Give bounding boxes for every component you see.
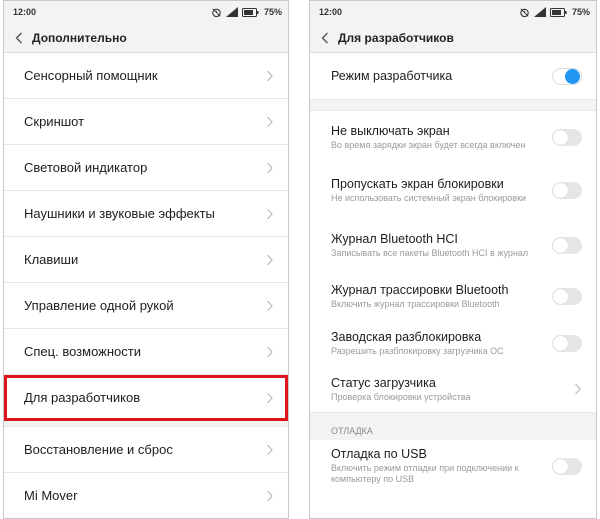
settings-item-label: Световой индикатор xyxy=(24,160,148,175)
chevron-right-icon xyxy=(267,70,273,81)
page-title: Дополнительно xyxy=(32,30,127,45)
oem-unlock-row[interactable]: Заводская разблокировка Разрешить разбло… xyxy=(310,320,596,366)
app-header: Дополнительно xyxy=(4,23,288,53)
chevron-right-icon xyxy=(267,490,273,501)
chevron-right-icon xyxy=(267,392,273,403)
left-screen: 12:00 75% Дополнительно Сенсорный помощн… xyxy=(3,0,289,519)
toggle-knob xyxy=(553,289,568,304)
toggle-knob xyxy=(553,129,568,145)
alarm-icon xyxy=(519,7,530,18)
section-divider xyxy=(310,99,596,111)
settings-item-label: Восстановление и сброс xyxy=(24,442,173,457)
settings-list: Сенсорный помощник Скриншот Световой инд… xyxy=(4,53,288,518)
settings-item-label: Mi Mover xyxy=(24,488,78,503)
settings-item-led-indicator[interactable]: Световой индикатор xyxy=(4,145,288,191)
developer-mode-toggle[interactable] xyxy=(552,67,582,85)
developer-mode-label: Режим разработчика xyxy=(331,69,453,83)
toggle-knob xyxy=(553,458,568,474)
settings-item-one-handed[interactable]: Управление одной рукой xyxy=(4,283,288,329)
settings-item-accessibility[interactable]: Спец. возможности xyxy=(4,329,288,375)
usb-debugging-toggle[interactable] xyxy=(552,457,582,475)
back-chevron-icon[interactable] xyxy=(316,26,334,50)
setting-subtitle: Включить журнал трассировки Bluetooth xyxy=(331,299,500,309)
signal-icon xyxy=(533,7,546,17)
battery-icon xyxy=(549,7,567,17)
usb-debugging-row[interactable]: Отладка по USB Включить режим отладки пр… xyxy=(310,440,596,492)
setting-title: Статус загрузчика xyxy=(331,375,436,390)
chevron-right-icon xyxy=(267,300,273,311)
toggle-knob xyxy=(565,68,580,84)
skip-lockscreen-toggle[interactable] xyxy=(552,182,582,199)
battery-percent: 75% xyxy=(571,7,590,17)
battery-percent: 75% xyxy=(263,7,282,17)
bluetooth-trace-row[interactable]: Журнал трассировки Bluetooth Включить жу… xyxy=(310,273,596,320)
chevron-right-icon xyxy=(267,444,273,455)
alarm-icon xyxy=(211,7,222,18)
bluetooth-trace-toggle[interactable] xyxy=(552,288,582,305)
chevron-right-icon xyxy=(267,254,273,265)
settings-item-headphones[interactable]: Наушники и звуковые эффекты xyxy=(4,191,288,237)
bluetooth-hci-row[interactable]: Журнал Bluetooth HCI Записывать все паке… xyxy=(310,218,596,273)
page-title: Для разработчиков xyxy=(338,30,454,45)
settings-item-label: Управление одной рукой xyxy=(24,298,174,313)
setting-title: Журнал Bluetooth HCI xyxy=(331,232,458,246)
section-header-debugging: ОТЛАДКА xyxy=(310,412,596,440)
app-header: Для разработчиков xyxy=(310,23,596,53)
settings-item-label: Для разработчиков xyxy=(24,390,141,405)
setting-subtitle: Проверка блокировки устройства xyxy=(331,391,471,402)
oem-unlock-toggle[interactable] xyxy=(552,334,582,352)
setting-title: Журнал трассировки Bluetooth xyxy=(331,283,509,297)
battery-icon xyxy=(241,7,259,17)
setting-title: Пропускать экран блокировки xyxy=(331,177,504,191)
settings-item-label: Скриншот xyxy=(24,114,85,129)
settings-item-screenshot[interactable]: Скриншот xyxy=(4,99,288,145)
chevron-right-icon xyxy=(267,116,273,127)
status-time: 12:00 xyxy=(13,7,37,17)
settings-item-developer-options[interactable]: Для разработчиков xyxy=(4,375,288,421)
chevron-right-icon xyxy=(267,162,273,173)
signal-icon xyxy=(225,7,238,17)
setting-subtitle: Записывать все пакеты Bluetooth HCI в жу… xyxy=(331,248,529,258)
setting-title: Заводская разблокировка xyxy=(331,329,482,344)
settings-item-backup-reset[interactable]: Восстановление и сброс xyxy=(4,427,288,473)
settings-item-label: Спец. возможности xyxy=(24,344,141,359)
setting-subtitle: Не использовать системный экран блокиров… xyxy=(331,193,527,203)
status-time: 12:00 xyxy=(319,7,343,17)
skip-lockscreen-row[interactable]: Пропускать экран блокировки Не использов… xyxy=(310,163,596,218)
right-screen: 12:00 75% Для разработчиков Режим разраб… xyxy=(309,0,597,519)
toggle-knob xyxy=(553,183,568,198)
developer-settings-list: Режим разработчика Не выключать экран Во… xyxy=(310,53,596,492)
settings-item-mi-mover[interactable]: Mi Mover xyxy=(4,473,288,518)
chevron-right-icon xyxy=(267,346,273,357)
chevron-right-icon xyxy=(267,208,273,219)
toggle-knob xyxy=(553,238,568,253)
status-bar: 12:00 75% xyxy=(4,1,288,23)
status-bar: 12:00 75% xyxy=(310,1,596,23)
developer-mode-row[interactable]: Режим разработчика xyxy=(310,53,596,99)
setting-title: Отладка по USB xyxy=(331,447,427,461)
setting-subtitle: Разрешить разблокировку загрузчика ОС xyxy=(331,345,504,356)
back-chevron-icon[interactable] xyxy=(10,26,28,50)
settings-item-label: Клавиши xyxy=(24,252,79,267)
settings-item-label: Сенсорный помощник xyxy=(24,68,158,83)
toggle-knob xyxy=(553,335,568,351)
setting-subtitle: Включить режим отладки при подключении к… xyxy=(331,463,519,484)
bluetooth-hci-toggle[interactable] xyxy=(552,237,582,254)
settings-item-buttons[interactable]: Клавиши xyxy=(4,237,288,283)
stay-awake-toggle[interactable] xyxy=(552,128,582,146)
settings-item-touch-assistant[interactable]: Сенсорный помощник xyxy=(4,53,288,99)
settings-item-label: Наушники и звуковые эффекты xyxy=(24,206,215,221)
setting-title: Не выключать экран xyxy=(331,123,450,138)
setting-subtitle: Во время зарядки экран будет всегда вклю… xyxy=(331,139,526,150)
bootloader-status-row[interactable]: Статус загрузчика Проверка блокировки ус… xyxy=(310,366,596,412)
chevron-right-icon xyxy=(575,383,581,395)
stay-awake-row[interactable]: Не выключать экран Во время зарядки экра… xyxy=(310,111,596,163)
